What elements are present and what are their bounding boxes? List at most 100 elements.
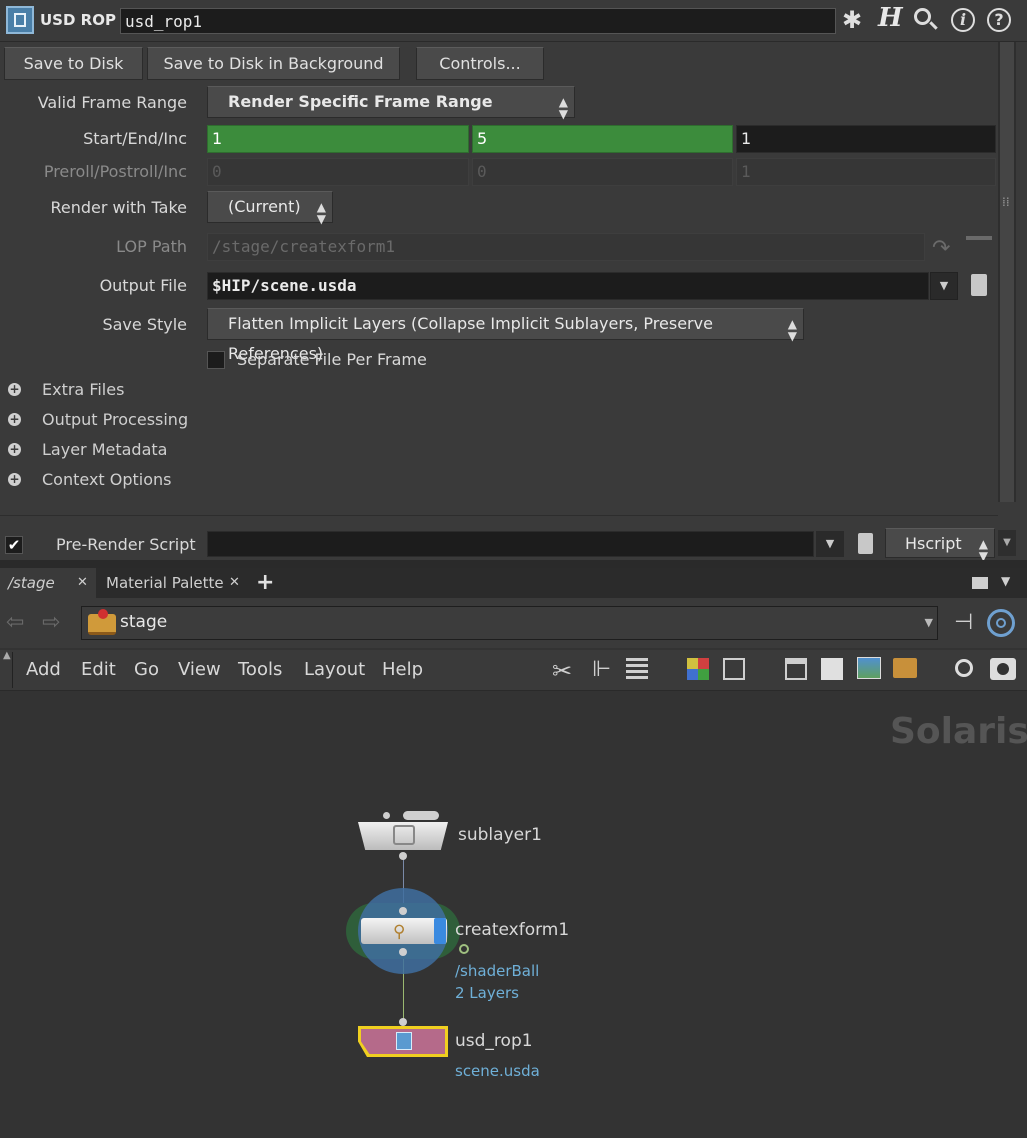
close-icon[interactable]: ✕ [77, 568, 88, 598]
path-dropdown-icon[interactable]: ▼ [925, 616, 933, 629]
output-file-label: Output File [99, 276, 187, 295]
back-arrow-icon[interactable]: ⇦ [6, 610, 24, 635]
color-palette-icon[interactable] [687, 658, 709, 680]
menu-layout[interactable]: Layout [304, 659, 365, 680]
separate-file-checkbox[interactable] [207, 351, 225, 369]
render-take-menu[interactable]: (Current) ▲ ▼ [207, 191, 333, 226]
tab-material-palette[interactable]: Material Palette ✕ [98, 568, 248, 598]
network-tab-bar: /stage ✕ Material Palette ✕ + ▼ [0, 568, 1027, 598]
tab-stage[interactable]: /stage ✕ [0, 568, 96, 598]
script-file-chooser-icon[interactable] [858, 533, 873, 554]
eye-visibility-icon[interactable] [990, 658, 1016, 680]
tools-icon[interactable]: ✂ [552, 657, 572, 685]
pre-render-script-field[interactable] [207, 531, 814, 557]
pre-render-dropdown-button[interactable]: ▼ [816, 531, 844, 557]
pane-menu-icon[interactable]: ▼ [1001, 574, 1010, 588]
node-label-sublayer1: sublayer1 [458, 825, 542, 845]
output-file-dropdown-button[interactable]: ▼ [930, 272, 958, 300]
forward-arrow-icon[interactable]: ⇨ [42, 610, 60, 635]
start-frame-field[interactable]: 1 [207, 125, 469, 153]
save-style-menu[interactable]: Flatten Implicit Layers (Collapse Implic… [207, 308, 804, 363]
network-graph[interactable]: Solaris sublayer1 ⚲ createxform1 /shader… [0, 691, 1027, 1138]
node-name-field[interactable]: usd_rop1 [120, 8, 836, 34]
network-path-field[interactable]: stage ▼ [81, 606, 938, 640]
package-icon[interactable] [893, 658, 917, 678]
expand-output-processing-icon[interactable]: + [8, 413, 21, 426]
search-icon-handle [929, 21, 938, 30]
folder-output-processing[interactable]: Output Processing [42, 410, 188, 429]
input-connector[interactable] [399, 1018, 407, 1026]
pre-render-checkbox[interactable]: ✔ [5, 536, 23, 554]
lop-path-field: /stage/createxform1 [207, 233, 925, 261]
save-to-disk-background-button[interactable]: Save to Disk in Background [147, 47, 400, 80]
sticky-note-icon[interactable] [821, 658, 843, 680]
output-connector[interactable] [399, 948, 407, 956]
pin-icon[interactable]: ⊣ [954, 610, 973, 635]
gear-icon[interactable]: ✱ [842, 6, 862, 34]
usd-rop-node-icon [6, 6, 34, 34]
input-connector[interactable] [399, 907, 407, 915]
tab-stage-label: /stage [8, 574, 55, 592]
output-connector[interactable] [399, 852, 407, 860]
expand-layer-metadata-icon[interactable]: + [8, 443, 21, 456]
file-chooser-icon[interactable] [971, 274, 987, 296]
jump-arrow-icon: ↷ [932, 236, 951, 261]
script-language-value: Hscript [905, 534, 962, 553]
folder-context-options[interactable]: Context Options [42, 470, 172, 489]
menu-view[interactable]: View [178, 659, 221, 680]
network-box-icon[interactable] [785, 658, 807, 680]
menu-add[interactable]: Add [26, 659, 61, 680]
pre-render-divider [0, 515, 998, 516]
parameter-title-bar: USD ROP usd_rop1 ✱ H i ? [0, 0, 1027, 42]
start-end-inc-label: Start/End/Inc [83, 129, 187, 148]
pane-splitter[interactable] [0, 560, 1027, 568]
help-icon[interactable]: ? [987, 8, 1011, 32]
input-connector-multi[interactable] [403, 811, 439, 820]
node-label-usd-rop1: usd_rop1 [455, 1031, 533, 1051]
node-info-prim-path: /shaderBall [455, 962, 540, 980]
end-frame-field[interactable]: 5 [472, 125, 733, 153]
link-target-icon[interactable] [987, 609, 1015, 637]
menu-help[interactable]: Help [382, 659, 423, 680]
list-view-icon[interactable] [626, 658, 648, 680]
maximize-pane-icon[interactable] [972, 577, 988, 589]
menu-tools[interactable]: Tools [238, 659, 282, 680]
folder-extra-files[interactable]: Extra Files [42, 380, 124, 399]
script-language-menu[interactable]: Hscript ▲ ▼ [885, 528, 995, 563]
scroll-up-icon[interactable]: ▲ [3, 650, 11, 661]
clock-badge-icon [459, 944, 469, 954]
scroll-grip-icon: ⁞⁞ [1002, 195, 1010, 209]
preroll-inc-field: 1 [736, 158, 996, 186]
save-style-label: Save Style [102, 315, 187, 334]
render-take-label: Render with Take [50, 198, 187, 217]
preroll-label: Preroll/Postroll/Inc [43, 162, 187, 181]
preroll-field: 0 [207, 158, 469, 186]
houdini-help-icon[interactable]: H [878, 3, 903, 33]
expand-context-options-icon[interactable]: + [8, 473, 21, 486]
display-flag-icon[interactable] [434, 918, 446, 944]
increment-field[interactable]: 1 [736, 125, 996, 153]
context-watermark: Solaris [890, 711, 1027, 752]
parameter-scrollbar-thumb[interactable] [1000, 42, 1014, 502]
network-menu-bar: ▲ Add Edit Go View Tools Layout Help ✂ ⊩ [0, 650, 1027, 691]
search-icon[interactable] [955, 659, 973, 677]
node-chooser-icon [966, 236, 992, 258]
valid-frame-range-menu[interactable]: Render Specific Frame Range ▲ ▼ [207, 86, 575, 121]
info-icon[interactable]: i [951, 8, 975, 32]
background-image-icon[interactable] [857, 657, 881, 679]
controls-button[interactable]: Controls... [416, 47, 544, 80]
add-tab-button[interactable]: + [256, 568, 274, 598]
expand-extra-files-icon[interactable]: + [8, 383, 21, 396]
folder-layer-metadata[interactable]: Layer Metadata [42, 440, 167, 459]
menu-edit[interactable]: Edit [81, 659, 116, 680]
save-to-disk-button[interactable]: Save to Disk [4, 47, 143, 80]
scroll-down-button[interactable]: ▼ [998, 530, 1016, 556]
output-file-field[interactable]: $HIP/scene.usda [207, 272, 929, 300]
tab-material-palette-label: Material Palette [106, 574, 224, 592]
menu-go[interactable]: Go [134, 659, 159, 680]
input-connector[interactable] [383, 812, 390, 819]
close-icon[interactable]: ✕ [229, 568, 240, 598]
tree-view-icon[interactable]: ⊩ [592, 657, 611, 682]
shape-palette-icon[interactable] [723, 658, 745, 680]
transform-icon: ⚲ [393, 922, 406, 942]
